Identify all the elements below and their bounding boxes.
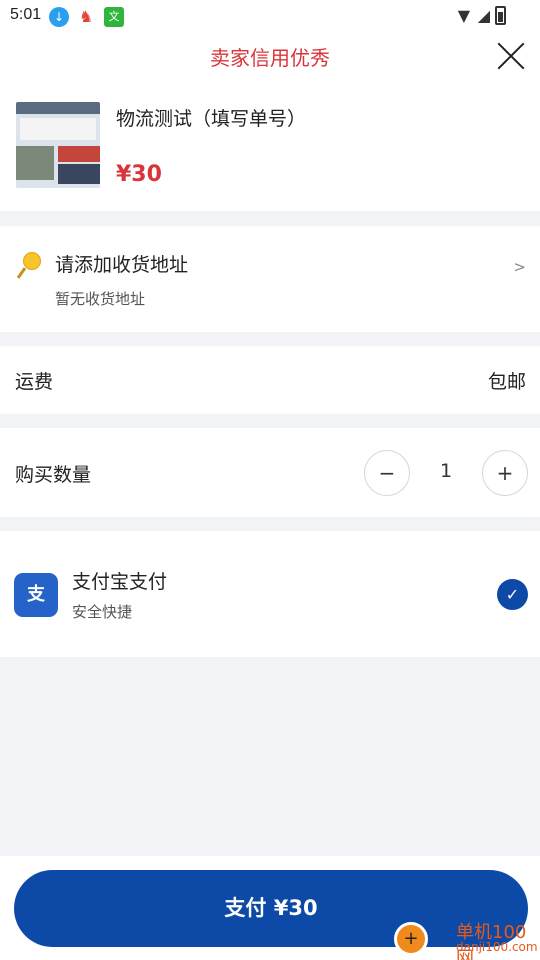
address-row[interactable]: 请添加收货地址 暂无收货地址 > xyxy=(0,226,540,332)
status-time: 5:01 xyxy=(10,6,42,23)
close-icon[interactable] xyxy=(496,41,526,71)
shipping-value: 包邮 xyxy=(487,371,526,393)
quantity-row: 购买数量 − 1 + xyxy=(0,428,540,517)
top-header: 卖家信用优秀 xyxy=(0,32,540,80)
address-title: 请添加收货地址 xyxy=(55,254,189,276)
increase-quantity-button[interactable]: + xyxy=(482,450,528,496)
product-price: ¥30 xyxy=(116,162,162,187)
quantity-label: 购买数量 xyxy=(15,464,92,486)
watermark-url: danji100.com xyxy=(456,940,538,954)
shipping-row: 运费 包邮 xyxy=(0,346,540,414)
wifi-icon: ▼ xyxy=(457,6,470,25)
green-app-notification-icon: 文 xyxy=(104,7,124,27)
chevron-right-icon: > xyxy=(513,258,526,276)
watermark: + 单机100网 danji100.com xyxy=(392,916,540,960)
payment-method-title: 支付宝支付 xyxy=(72,571,168,593)
address-subtitle: 暂无收货地址 xyxy=(55,290,146,308)
location-pin-icon xyxy=(16,252,42,279)
product-card: 物流测试（填写单号） ¥30 xyxy=(0,80,540,211)
payment-method-subtitle: 安全快捷 xyxy=(72,603,133,621)
decrease-quantity-button[interactable]: − xyxy=(364,450,410,496)
selected-check-icon[interactable]: ✓ xyxy=(497,579,528,610)
product-thumbnail xyxy=(16,102,100,188)
quantity-value: 1 xyxy=(439,460,453,482)
status-bar: 5:01 ↓ ♞ 文 ▼ ◢ xyxy=(0,0,540,32)
alipay-icon: 支 xyxy=(14,573,58,617)
shipping-label: 运费 xyxy=(15,371,54,393)
battery-icon xyxy=(495,6,506,25)
signal-icon: ◢ xyxy=(477,6,490,25)
download-notification-icon: ↓ xyxy=(49,7,69,27)
watermark-logo-icon: + xyxy=(394,922,428,956)
app-notification-icon: ♞ xyxy=(78,7,94,26)
page-title: 卖家信用优秀 xyxy=(210,46,330,70)
payment-method-row[interactable]: 支 支付宝支付 安全快捷 ✓ xyxy=(0,531,540,657)
product-name: 物流测试（填写单号） xyxy=(116,108,307,130)
